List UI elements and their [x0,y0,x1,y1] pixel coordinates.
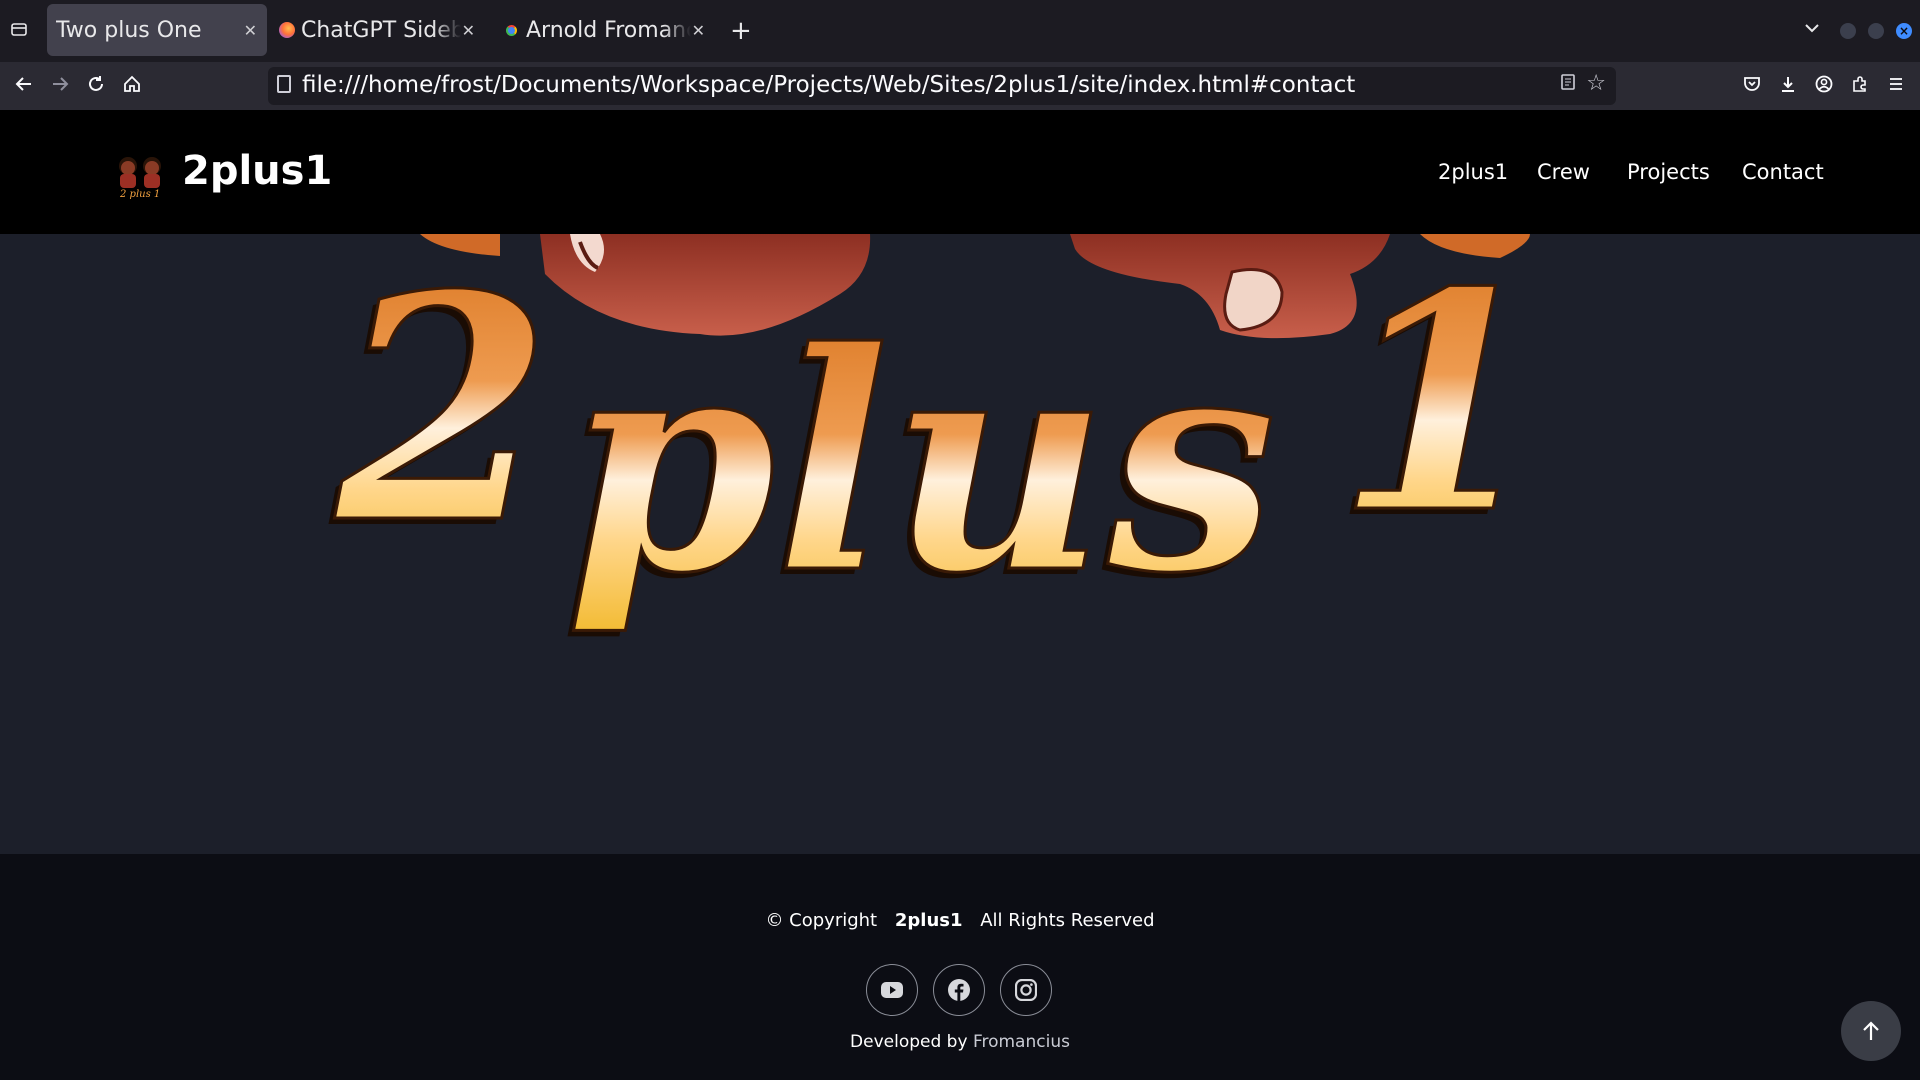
hamburger-menu-icon[interactable] [1884,74,1908,98]
tab-title: ChatGPT Sidebar [301,17,461,43]
site-header: 2 plus 1 2plus1 2plus1 Crew Projects Con… [0,110,1920,234]
site-footer: © Copyright 2plus1 All Rights Reserved D… [0,854,1920,1080]
site-favicon-icon [506,24,517,36]
firefox-icon [279,22,295,38]
brand-name[interactable]: 2plus1 [182,148,332,194]
url-text[interactable]: file:///home/frost/Documents/Workspace/P… [302,72,1355,98]
back-to-top-button[interactable] [1841,1001,1901,1061]
copyright-brand: 2plus1 [894,910,963,931]
reload-icon[interactable] [84,74,108,98]
extensions-icon[interactable] [1848,74,1872,98]
pocket-icon[interactable] [1740,74,1764,98]
nav-link-crew[interactable]: Crew [1537,160,1590,184]
close-icon[interactable]: ✕ [462,21,475,40]
close-icon[interactable]: ✕ [692,21,705,40]
svg-text:2 plus 1: 2 plus 1 [119,189,160,200]
tab-two-plus-one[interactable]: Two plus One ✕ [47,4,267,56]
nav-link-2plus1[interactable]: 2plus1 [1438,160,1508,184]
close-icon[interactable]: ✕ [244,21,257,40]
youtube-icon[interactable] [866,964,918,1016]
chevron-down-icon[interactable] [1804,18,1820,39]
minimize-button[interactable] [1840,23,1856,39]
developer-credit: Developed by Fromancius [0,1032,1920,1052]
url-bar[interactable]: file:///home/frost/Documents/Workspace/P… [268,67,1616,105]
tab-list-icon[interactable] [10,20,30,40]
copyright-prefix: © Copyright [765,910,878,931]
new-tab-plus-icon[interactable]: + [730,16,752,46]
reader-view-icon[interactable] [1560,73,1576,96]
nav-link-contact[interactable]: Contact [1742,160,1824,184]
tab-title: Arnold Fromancius [526,17,691,43]
facebook-icon[interactable] [933,964,985,1016]
hero-logo-artwork: 2 2 plus plus 1 1 [325,234,1546,645]
developed-by-label: Developed by [850,1032,968,1052]
brand-logo-icon[interactable]: 2 plus 1 [114,154,166,200]
tab-title: Two plus One [56,17,202,43]
hero-digit-1: 1 [1336,234,1545,579]
hero-section: 2 2 plus plus 1 1 [0,234,1920,854]
window-close-button[interactable]: × [1896,23,1912,39]
arrow-up-icon [1863,1021,1879,1040]
social-links [866,964,1066,1020]
developer-link[interactable]: Fromancius [973,1032,1070,1052]
maximize-button[interactable] [1868,23,1884,39]
tab-arnold-fromancius[interactable]: Arnold Fromancius ✕ [500,4,715,56]
arrow-left-icon[interactable] [12,74,36,98]
tab-chatgpt-sidebar[interactable]: ChatGPT Sidebar ✕ [275,4,485,56]
instagram-icon[interactable] [1000,964,1052,1016]
browser-tab-bar: Two plus One ✕ ChatGPT Sidebar ✕ Arnold … [0,0,1920,62]
hero-word-plus: plus [566,286,1277,639]
nav-link-projects[interactable]: Projects [1627,160,1710,184]
copyright-suffix: All Rights Reserved [980,910,1155,931]
home-icon[interactable] [120,74,144,98]
star-icon[interactable]: ☆ [1586,71,1606,96]
hero-digit-2: 2 [331,234,552,592]
browser-navigation-bar: file:///home/frost/Documents/Workspace/P… [0,62,1920,110]
download-icon[interactable] [1776,74,1800,98]
account-icon[interactable] [1812,74,1836,98]
arrow-right-icon[interactable] [48,74,72,98]
copyright-text: © Copyright 2plus1 All Rights Reserved [0,910,1920,931]
page-icon [277,75,291,93]
